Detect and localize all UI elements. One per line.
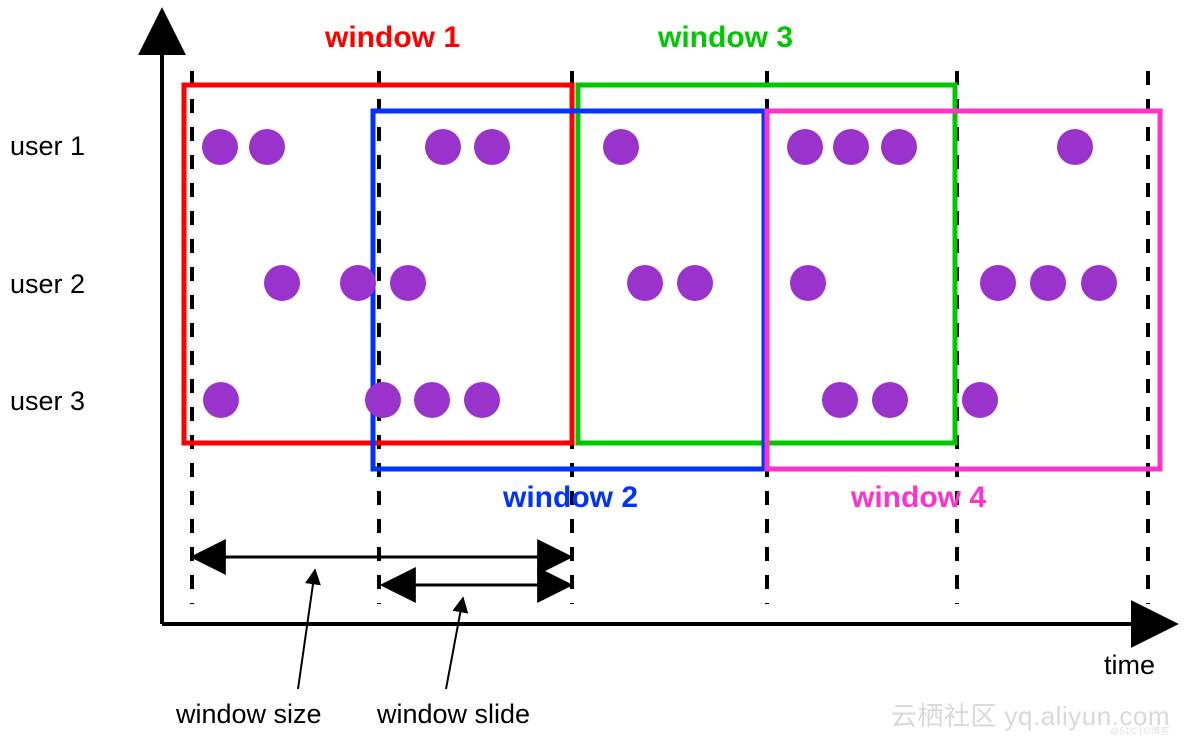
window-label-2: window 3 (658, 21, 793, 55)
window-slide-label: window slide (377, 699, 530, 730)
event-dot (390, 265, 426, 301)
event-dot (603, 129, 639, 165)
event-dot (962, 382, 998, 418)
row-label-user1: user 1 (10, 131, 85, 162)
event-dot (203, 382, 239, 418)
window-label-3: window 2 (503, 481, 638, 515)
x-axis-label: time (1104, 650, 1155, 681)
grid-lines (192, 71, 1148, 604)
window-size-label: window size (176, 699, 322, 730)
event-dot (202, 129, 238, 165)
window-label-4: window 4 (851, 481, 986, 515)
event-dot (425, 129, 461, 165)
event-dot (822, 382, 858, 418)
event-dot (881, 129, 917, 165)
event-dot (340, 265, 376, 301)
event-dot (264, 265, 300, 301)
event-dot (980, 265, 1016, 301)
event-dot (833, 129, 869, 165)
event-dots (202, 129, 1117, 418)
event-dot (677, 265, 713, 301)
event-dot (627, 265, 663, 301)
row-label-user2: user 2 (10, 269, 85, 300)
event-dot (365, 382, 401, 418)
event-dot (790, 265, 826, 301)
event-dot (872, 382, 908, 418)
row-label-user3: user 3 (10, 386, 85, 417)
event-dot (1081, 265, 1117, 301)
event-dot (464, 382, 500, 418)
event-dot (1030, 265, 1066, 301)
sliding-window-diagram (0, 0, 1184, 739)
window-label-1: window 1 (325, 21, 460, 55)
event-dot (1057, 129, 1093, 165)
event-dot (474, 129, 510, 165)
event-dot (414, 382, 450, 418)
event-dot (249, 129, 285, 165)
event-dot (787, 129, 823, 165)
axes (162, 14, 1172, 624)
